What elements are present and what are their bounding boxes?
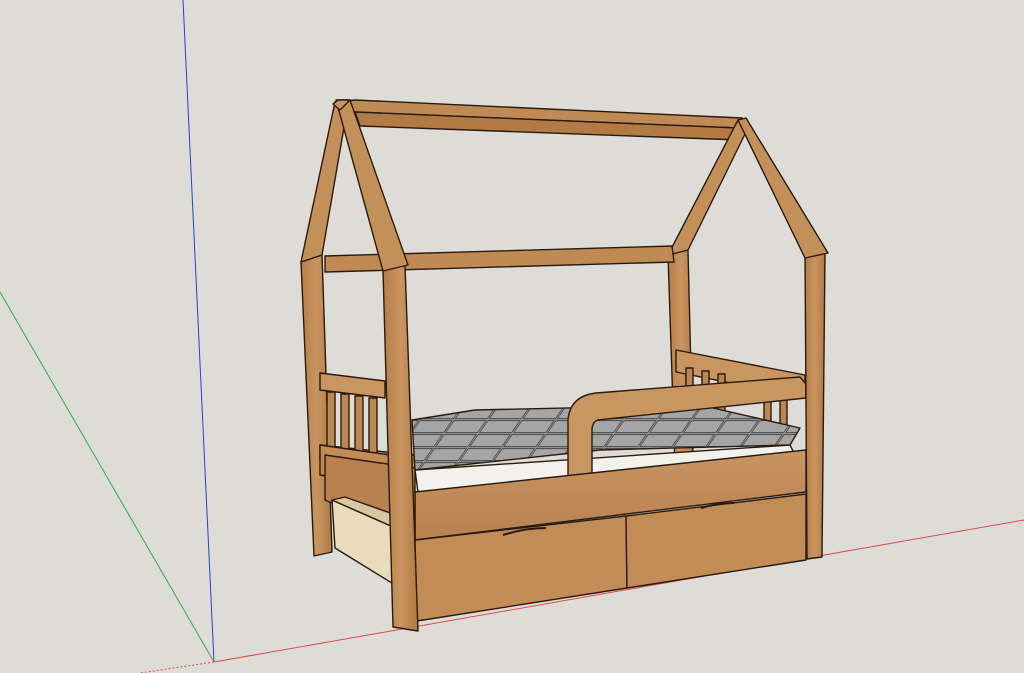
modeling-viewport[interactable] [0,0,1024,673]
red-axis-dotted [139,661,215,673]
scene-canvas[interactable] [0,0,1024,673]
green-axis [0,291,215,663]
blue-axis [182,0,215,663]
back-left-rafter[interactable] [300,101,349,263]
back-right-rafter[interactable] [667,119,747,256]
front-right-rafter[interactable] [737,117,829,259]
bed-model[interactable] [300,99,829,632]
front-right-post[interactable] [804,252,826,560]
